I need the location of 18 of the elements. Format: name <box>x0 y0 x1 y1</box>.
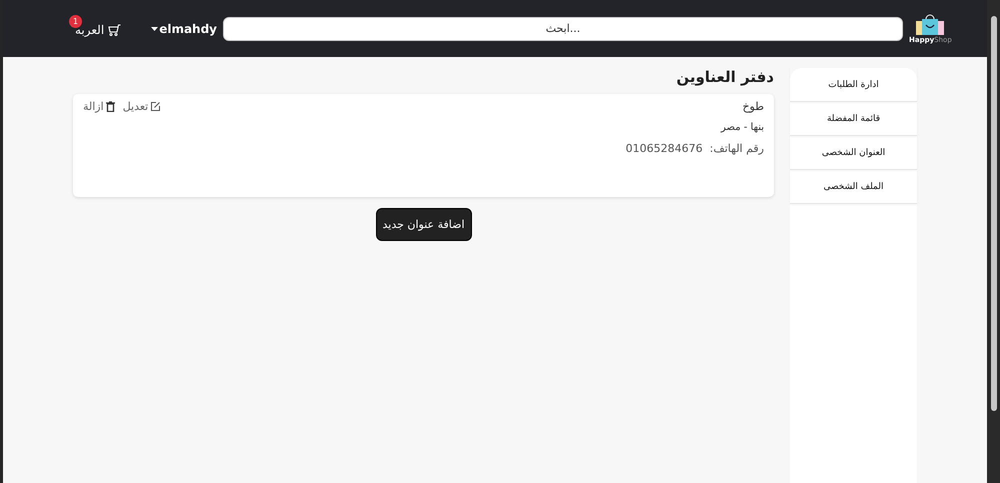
remove-link[interactable]: ازالة <box>83 100 115 113</box>
caret-icon <box>151 26 158 30</box>
address-location: بنها - مصر <box>721 122 764 133</box>
edit-link[interactable]: تعديل <box>122 100 162 113</box>
page-title: دفتر العناوين <box>675 68 774 86</box>
address-name: طوخ <box>742 100 764 113</box>
sidebar-item[interactable]: العنوان الشخصى <box>790 136 917 170</box>
scrollbar-thumb[interactable] <box>990 16 996 411</box>
sidebar-item[interactable]: الملف الشخصى <box>790 170 917 204</box>
add-address-button[interactable]: اضافة عنوان جديد <box>376 208 472 241</box>
cart-icon <box>108 24 122 36</box>
edit-icon <box>150 101 162 112</box>
search-field[interactable]: ابحث... <box>223 16 903 40</box>
cart-count-badge: 1 <box>69 15 82 28</box>
trash-icon <box>106 101 115 112</box>
sidebar-item[interactable]: ادارة الطلبات <box>790 68 917 102</box>
sidebar-item[interactable]: قائمة المفضلة <box>790 102 917 136</box>
user-menu[interactable]: elmahdy <box>151 22 217 36</box>
